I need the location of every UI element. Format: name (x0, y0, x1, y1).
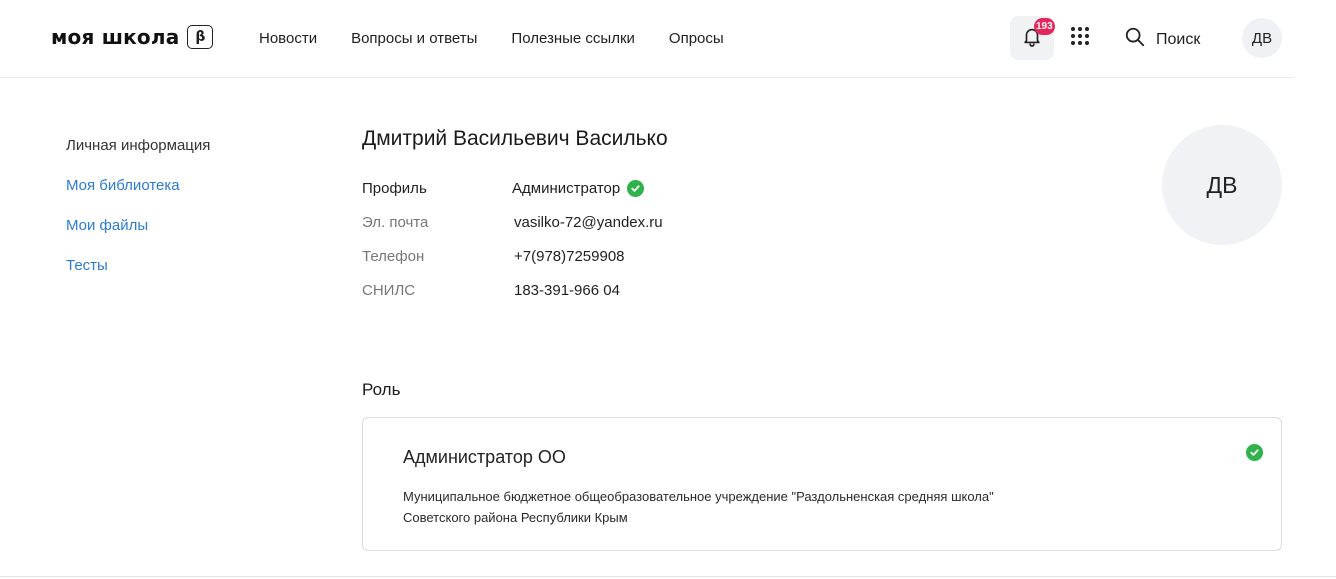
sidebar-item-tests[interactable]: Тесты (66, 257, 210, 297)
info-value: 183-391-966 04 (514, 282, 620, 299)
role-organization: Муниципальное бюджетное общеобразователь… (403, 489, 994, 525)
grid-icon (1070, 26, 1090, 51)
sidebar-item-my-files[interactable]: Мои файлы (66, 217, 210, 257)
nav-useful-links[interactable]: Полезные ссылки (511, 30, 635, 47)
nav-faq[interactable]: Вопросы и ответы (351, 30, 477, 47)
info-value: vasilko-72@yandex.ru (514, 214, 663, 231)
info-label: Эл. почта (362, 214, 429, 231)
search-button[interactable]: Поиск (1124, 26, 1200, 53)
profile-value: Администратор (512, 180, 621, 197)
beta-badge: β (187, 25, 214, 49)
footer-divider (0, 576, 1336, 577)
notifications-button[interactable]: 193 (1010, 16, 1055, 60)
top-header: моя школа β Новости Вопросы и ответы Пол… (0, 0, 1294, 78)
search-label: Поиск (1156, 30, 1201, 48)
sidebar-item-my-library[interactable]: Моя библиотека (66, 177, 210, 217)
user-full-name: Дмитрий Васильевич Василько (362, 127, 668, 150)
sidebar-item-personal-info[interactable]: Личная информация (66, 137, 210, 177)
search-icon (1124, 26, 1146, 53)
info-value: +7(978)7259908 (514, 248, 625, 265)
role-name: Администратор ОО (403, 447, 566, 467)
role-section-title: Роль (362, 380, 401, 399)
main-nav: Новости Вопросы и ответы Полезные ссылки… (259, 30, 758, 47)
info-label: СНИЛС (362, 282, 416, 299)
nav-news[interactable]: Новости (259, 30, 317, 47)
active-role-check-icon (1246, 444, 1263, 461)
apps-menu-button[interactable] (1064, 22, 1096, 54)
user-avatar-button[interactable]: ДВ (1242, 18, 1282, 58)
profile-avatar: ДВ (1162, 125, 1282, 245)
nav-polls[interactable]: Опросы (669, 30, 724, 47)
verified-check-icon (627, 180, 645, 197)
notifications-badge: 193 (1034, 18, 1055, 35)
profile-sidebar: Личная информация Моя библиотека Мои фай… (66, 137, 210, 297)
info-value: Администратор (512, 180, 645, 197)
info-label: Телефон (362, 248, 425, 265)
role-card[interactable]: Администратор ОО Муниципальное бюджетное… (362, 417, 1282, 551)
site-logo[interactable]: моя школа β (51, 25, 214, 49)
info-label: Профиль (362, 180, 427, 197)
logo-text: моя школа (51, 25, 180, 49)
